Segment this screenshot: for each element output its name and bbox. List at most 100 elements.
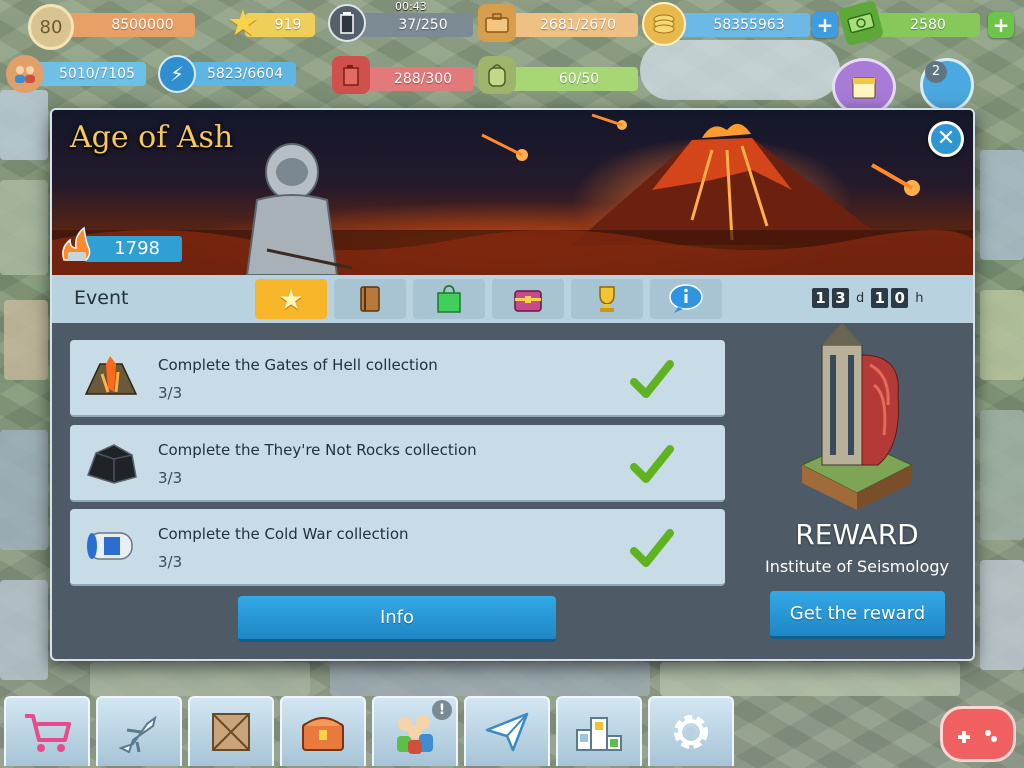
star-icon: ★ (278, 282, 304, 316)
coin-stack-icon (642, 2, 686, 46)
tab-collection[interactable] (334, 279, 406, 319)
lightning-icon: ⚡ (158, 55, 196, 93)
cargo-value: 60/50 (558, 71, 600, 87)
jobs-counter: 2681/2670 (500, 13, 638, 37)
city-building (980, 150, 1024, 260)
get-reward-button[interactable]: Get the reward (770, 591, 945, 639)
timer-digit: 1 (812, 288, 829, 308)
coins-value: 8500000 (111, 17, 174, 33)
event-score-value: 1798 (114, 238, 160, 259)
task-title: Complete the Cold War collection (158, 525, 409, 543)
fuel-tank-icon (328, 4, 366, 42)
cash-value: 2580 (910, 17, 946, 33)
settings-button[interactable] (648, 696, 734, 766)
jobs-value: 2681/2670 (540, 17, 616, 33)
warehouse-button[interactable] (188, 696, 274, 766)
energy-value: 5823/6604 (207, 66, 283, 82)
info-button[interactable]: Info (238, 596, 556, 642)
trophy-icon (599, 286, 615, 312)
crate-icon (212, 713, 250, 751)
checkmark-icon (630, 529, 674, 567)
game-center-button[interactable] (940, 706, 1016, 762)
send-button[interactable] (464, 696, 550, 766)
reward-building-image[interactable] (792, 315, 922, 510)
city-building (640, 40, 840, 100)
timer-digit: 1 (871, 288, 889, 308)
add-money-button[interactable]: + (812, 12, 838, 38)
treasure-chest-icon (302, 717, 344, 751)
stars-value: 919 (274, 17, 302, 33)
tab-info[interactable] (650, 279, 722, 319)
map-radar-icon[interactable]: 2 (920, 58, 974, 112)
jerrycan-icon (332, 56, 370, 94)
city-building (4, 300, 48, 380)
kerosene-counter: 288/300 (355, 67, 473, 91)
tab-ranking[interactable] (571, 279, 643, 319)
black-rock-icon (82, 435, 140, 489)
coins-counter: 8500000 (60, 13, 195, 37)
fire-icon (58, 224, 92, 264)
gear-icon (674, 715, 708, 749)
level-value: 80 (39, 16, 63, 38)
timer-digit: 3 (832, 288, 849, 308)
task-title: Complete the Gates of Hell collection (158, 356, 438, 374)
level-badge[interactable]: 80 (28, 4, 74, 50)
task-progress: 3/3 (158, 469, 183, 487)
timer-digit: 0 (891, 288, 909, 308)
tab-bar-label: Event (74, 287, 129, 309)
clock-label: 00:43 (395, 0, 427, 13)
task-row[interactable]: Complete the Cold War collection 3/3 (70, 509, 725, 586)
shopping-cart-icon (25, 714, 71, 752)
reward-name: Institute of Seismology (764, 557, 950, 576)
checkmark-icon (630, 445, 674, 483)
backpack-icon (478, 56, 516, 94)
tab-shop[interactable] (413, 279, 485, 319)
money-counter: 58355963 (668, 13, 810, 37)
timer-unit: d (856, 290, 865, 306)
population-counter: 5010/7105 (28, 62, 146, 86)
reward-title: REWARD (795, 518, 919, 551)
task-row[interactable]: Complete the They're Not Rocks collectio… (70, 425, 725, 502)
chest-icon (514, 290, 542, 312)
task-progress: 3/3 (158, 384, 183, 402)
city-building (0, 180, 48, 275)
event-banner: Age of Ash 1798 ✕ (52, 110, 973, 275)
close-icon: ✕ (936, 126, 956, 151)
airport-button[interactable] (96, 696, 182, 766)
energy-counter: 5823/6604 (180, 62, 296, 86)
people-icon (6, 55, 44, 93)
task-title: Complete the They're Not Rocks collectio… (158, 441, 477, 459)
city-building (0, 430, 48, 550)
money-value: 58355963 (713, 17, 785, 33)
briefcase-icon (478, 4, 516, 42)
podium-icon (576, 717, 622, 751)
leaderboard-button[interactable] (556, 696, 642, 766)
task-row[interactable]: Complete the Gates of Hell collection 3/… (70, 340, 725, 417)
kerosene-value: 288/300 (393, 71, 453, 87)
event-score: 1798 (84, 236, 182, 262)
city-building (980, 560, 1024, 670)
event-modal: Age of Ash 1798 ✕ Event ★ 1 3 d 1 0 h Co… (50, 108, 975, 661)
fuel-value: 37/250 (398, 17, 448, 33)
checkmark-icon (630, 360, 674, 398)
city-building (660, 662, 960, 696)
task-progress: 3/3 (158, 553, 183, 571)
treasure-button[interactable] (280, 696, 366, 766)
fuel-counter: 37/250 (355, 13, 473, 37)
city-building (980, 410, 1024, 540)
info-icon (669, 284, 703, 313)
airplane-icon (118, 715, 157, 754)
city-building (0, 580, 48, 680)
close-button[interactable]: ✕ (928, 121, 964, 157)
tab-chest[interactable] (492, 279, 564, 319)
shop-button[interactable] (4, 696, 90, 766)
tab-tasks[interactable]: ★ (255, 279, 327, 319)
star-icon: ★ (226, 2, 260, 44)
population-value: 5010/7105 (59, 66, 135, 82)
shopping-bag-icon (437, 285, 461, 313)
add-cash-button[interactable]: + (988, 12, 1014, 38)
book-icon (360, 286, 380, 312)
volcano-rock-icon (82, 350, 140, 404)
friends-button[interactable]: ! (372, 696, 458, 766)
cargo-counter: 60/50 (500, 67, 638, 91)
